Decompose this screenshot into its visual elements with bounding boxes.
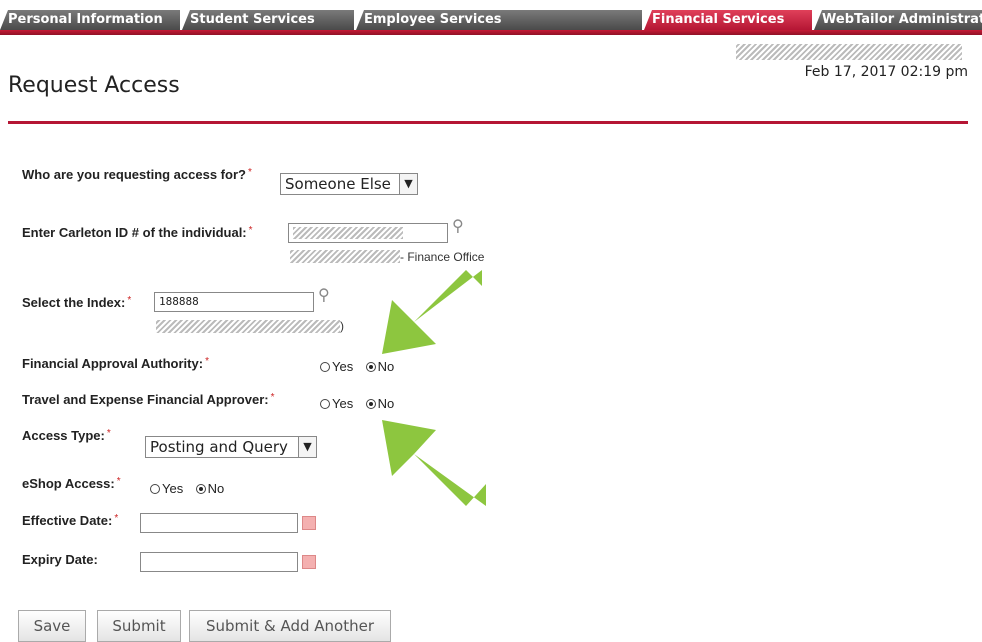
save-button[interactable]: Save [18, 610, 86, 642]
page-date: Feb 17, 2017 02:19 pm [804, 64, 968, 80]
yes-label: Yes [332, 396, 354, 412]
eshop-yes-radio[interactable] [150, 483, 160, 494]
index-input[interactable]: 188888 [154, 292, 314, 312]
tab-personal-information[interactable]: Personal Information [0, 10, 180, 30]
expiry-date-input[interactable] [140, 552, 298, 572]
requesting-for-select[interactable]: Someone Else ▼ [280, 173, 418, 195]
access-type-label: Access Type: * [22, 428, 111, 443]
redacted-index-name [156, 320, 340, 333]
effective-date-label: Effective Date: * [22, 513, 119, 528]
travel-expense-yes-radio[interactable] [320, 398, 330, 409]
index-label: Select the Index: * [22, 295, 132, 310]
chevron-down-icon: ▼ [298, 437, 316, 457]
financial-approval-label: Financial Approval Authority: * [22, 356, 209, 371]
redacted-id-value [293, 227, 403, 239]
eshop-no-radio[interactable] [195, 483, 206, 494]
page-title: Request Access [8, 73, 180, 98]
tab-webtailor-administration[interactable]: WebTailor Administration [814, 10, 982, 30]
annotation-arrows [382, 270, 486, 506]
no-label: No [207, 481, 225, 497]
eshop-radio-group: Yes No [150, 480, 232, 498]
carleton-id-department: - Finance Office [400, 250, 485, 264]
tab-financial-services[interactable]: Financial Services [644, 10, 812, 30]
tab-student-services[interactable]: Student Services [182, 10, 354, 30]
effective-date-input[interactable] [140, 513, 298, 533]
travel-expense-label: Travel and Expense Financial Approver: * [22, 392, 275, 407]
requesting-for-label: Who are you requesting access for? * [22, 167, 252, 182]
tab-employee-services[interactable]: Employee Services [356, 10, 642, 30]
yes-label: Yes [162, 481, 184, 497]
eshop-label: eShop Access: * [22, 476, 121, 491]
arrow-up-icon [382, 420, 486, 506]
access-type-select[interactable]: Posting and Query ▼ [145, 436, 317, 458]
expiry-date-label: Expiry Date: [22, 552, 98, 567]
chevron-down-icon: ▼ [399, 174, 417, 194]
arrow-down-icon [382, 270, 482, 354]
submit-button[interactable]: Submit [97, 610, 181, 642]
index-name-suffix: ) [340, 319, 344, 333]
calendar-icon[interactable] [302, 516, 316, 530]
carleton-id-input[interactable] [288, 223, 448, 243]
calendar-icon[interactable] [302, 555, 316, 569]
search-icon[interactable]: ⚲ [318, 285, 330, 305]
yes-label: Yes [332, 359, 354, 375]
search-icon[interactable]: ⚲ [452, 216, 464, 236]
redacted-username [736, 44, 962, 60]
carleton-id-label: Enter Carleton ID # of the individual: * [22, 225, 253, 240]
redacted-person-name [290, 250, 400, 263]
financial-approval-yes-radio[interactable] [320, 361, 330, 372]
submit-add-another-button[interactable]: Submit & Add Another [189, 610, 391, 642]
tab-underline [0, 30, 982, 35]
title-divider [8, 121, 968, 124]
